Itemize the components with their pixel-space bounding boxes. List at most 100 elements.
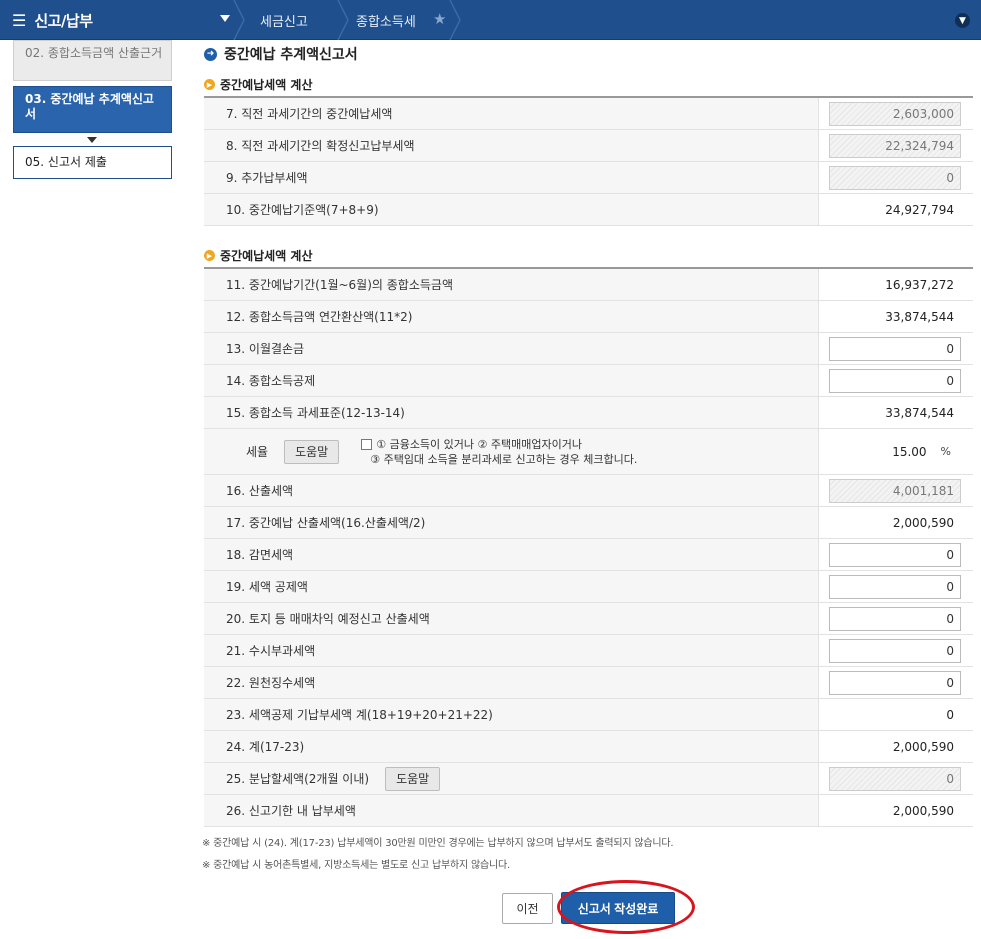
row-value-cell <box>818 763 973 794</box>
tax-rate-help-button[interactable]: 도움말 <box>284 439 340 464</box>
row-value-cell <box>818 475 973 506</box>
row-value: 24,927,794 <box>818 194 973 225</box>
table-row: 11. 중간예납기간(1월~6월)의 종합소득금액 16,937,272 <box>204 269 973 301</box>
table-row: 24. 계(17-23) 2,000,590 <box>204 731 973 763</box>
row-label: 8. 직전 과세기간의 확정신고납부세액 <box>204 130 818 161</box>
occasional-tax-input[interactable] <box>829 638 961 663</box>
arrow-circle-icon: ➜ <box>204 47 217 61</box>
sidebar-item-income-basis[interactable]: 02. 종합소득금액 산출근거 <box>13 40 172 81</box>
row-label: 17. 중간예납 산출세액(16.산출세액/2) <box>204 507 818 538</box>
separate-tax-checkbox[interactable] <box>361 438 373 450</box>
complete-return-button[interactable]: 신고서 작성완료 <box>561 892 675 924</box>
sidebar-item-submit[interactable]: 05. 신고서 제출 <box>13 146 172 179</box>
breadcrumb-income-tax[interactable]: 종합소득세 <box>356 0 416 40</box>
row-value-cell <box>818 130 973 161</box>
separate-tax-check-group: ① 금융소득이 있거나 ② 주택매매업자이거나 ③ 주택임대 소득을 분리과세로… <box>361 437 637 467</box>
note-text-2: ※ 중간예납 시 농어촌특별세, 지방소득세는 별도로 신고 납부하지 않습니다… <box>202 860 510 871</box>
table-row: 13. 이월결손금 <box>204 333 973 365</box>
page-title-text: 중간예납 추계액신고서 <box>224 47 358 63</box>
row-label: 16. 산출세액 <box>204 475 818 506</box>
row-label: 26. 신고기한 내 납부세액 <box>204 795 818 826</box>
row-label: 25. 분납할세액(2개월 이내) <box>226 772 370 786</box>
table-row: 15. 종합소득 과세표준(12-13-14) 33,874,544 <box>204 397 973 429</box>
calc-table-2: 11. 중간예납기간(1월~6월)의 종합소득금액 16,937,272 12.… <box>204 267 973 827</box>
table-row: 25. 분납할세액(2개월 이내) 도움말 <box>204 763 973 795</box>
row-label: 10. 중간예납기준액(7+8+9) <box>204 194 818 225</box>
row-value: 33,874,544 <box>818 301 973 332</box>
table-row: 7. 직전 과세기간의 중간예납세액 <box>204 98 973 130</box>
income-deduction-input[interactable] <box>829 368 961 393</box>
land-gain-tax-input[interactable] <box>829 606 961 631</box>
breadcrumb-separator-icon <box>337 0 349 40</box>
hamburger-icon[interactable]: ☰ <box>12 11 26 30</box>
carried-loss-input[interactable] <box>829 336 961 361</box>
table-row: 12. 종합소득금액 연간환산액(11*2) 33,874,544 <box>204 301 973 333</box>
chevron-down-icon[interactable]: ▼ <box>955 13 970 28</box>
table-row: 17. 중간예납 산출세액(16.산출세액/2) 2,000,590 <box>204 507 973 539</box>
row-label: 12. 종합소득금액 연간환산액(11*2) <box>204 301 818 332</box>
breadcrumb-separator-icon <box>449 0 461 40</box>
withholding-tax-input[interactable] <box>829 670 961 695</box>
star-icon[interactable]: ★ <box>433 10 446 28</box>
row-label: 23. 세액공제 기납부세액 계(18+19+20+21+22) <box>204 699 818 730</box>
row-value: 2,000,590 <box>818 795 973 826</box>
row-value: 16,937,272 <box>818 269 973 300</box>
row-value-cell <box>818 635 973 666</box>
percent-unit: % <box>940 445 951 458</box>
previous-button[interactable]: 이전 <box>502 893 553 924</box>
row-value-cell <box>818 98 973 129</box>
installment-help-button[interactable]: 도움말 <box>385 766 441 791</box>
tax-rate-value: 15.00 <box>892 444 927 459</box>
row-label-cell: 25. 분납할세액(2개월 이내) 도움말 <box>204 763 818 794</box>
row-value: 2,000,590 <box>818 731 973 762</box>
section-title-text: 중간예납세액 계산 <box>220 78 313 92</box>
table-row: 16. 산출세액 <box>204 475 973 507</box>
row-label: 14. 종합소득공제 <box>204 365 818 396</box>
sidebar-item-interim-return[interactable]: 03. 중간예납 추계액신고서 <box>13 86 172 133</box>
tax-rate-value-cell: 15.00 % <box>818 429 973 474</box>
tax-credit-input[interactable] <box>829 574 961 599</box>
bullet-icon: ▶ <box>204 250 215 261</box>
row-value-cell <box>818 603 973 634</box>
check-text-2: ③ 주택임대 소득을 분리과세로 신고하는 경우 체크합니다. <box>370 452 638 466</box>
table-row: 23. 세액공제 기납부세액 계(18+19+20+21+22) 0 <box>204 699 973 731</box>
row-value-cell <box>818 365 973 396</box>
row-label: 20. 토지 등 매매차익 예정신고 산출세액 <box>204 603 818 634</box>
menu-title: 신고/납부 <box>34 11 93 30</box>
row-label: 9. 추가납부세액 <box>204 162 818 193</box>
row-label: 24. 계(17-23) <box>204 731 818 762</box>
row-label: 18. 감면세액 <box>204 539 818 570</box>
row-label: 11. 중간예납기간(1월~6월)의 종합소득금액 <box>204 269 818 300</box>
section-title-2: ▶ 중간예납세액 계산 <box>204 247 313 264</box>
row-value-cell <box>818 667 973 698</box>
tax-rate-label-cell: 세율 도움말 ① 금융소득이 있거나 ② 주택매매업자이거나 ③ 주택임대 소득… <box>204 429 818 474</box>
table-row: 26. 신고기한 내 납부세액 2,000,590 <box>204 795 973 827</box>
table-row: 10. 중간예납기준액(7+8+9) 24,927,794 <box>204 194 973 226</box>
check-text-1: ① 금융소득이 있거나 ② 주택매매업자이거나 <box>376 437 582 451</box>
check-line-1: ① 금융소득이 있거나 ② 주택매매업자이거나 <box>361 437 637 452</box>
tax-rate-label: 세율 <box>246 445 269 459</box>
tax-reduction-input[interactable] <box>829 542 961 567</box>
row-label: 22. 원천징수세액 <box>204 667 818 698</box>
menu-dropdown-icon[interactable] <box>220 15 230 22</box>
main-menu-toggle[interactable]: ☰ 신고/납부 <box>0 0 230 40</box>
prev-interim-tax-field <box>829 101 961 126</box>
additional-tax-field <box>829 165 961 190</box>
table-row: 14. 종합소득공제 <box>204 365 973 397</box>
table-row: 8. 직전 과세기간의 확정신고납부세액 <box>204 130 973 162</box>
top-nav-bar: ☰ 신고/납부 세금신고 종합소득세 ★ ▼ <box>0 0 981 40</box>
prev-final-tax-field <box>829 133 961 158</box>
table-row: 9. 추가납부세액 <box>204 162 973 194</box>
bullet-icon: ▶ <box>204 79 215 90</box>
table-row: 20. 토지 등 매매차익 예정신고 산출세액 <box>204 603 973 635</box>
row-label: 19. 세액 공제액 <box>204 571 818 602</box>
table-row: 18. 감면세액 <box>204 539 973 571</box>
row-value-cell <box>818 333 973 364</box>
breadcrumb-separator-icon <box>233 0 245 40</box>
section-title-1: ▶ 중간예납세액 계산 <box>204 76 313 93</box>
table-row: 21. 수시부과세액 <box>204 635 973 667</box>
step-arrow-icon <box>87 137 97 143</box>
computed-tax-field <box>829 478 961 503</box>
breadcrumb-tax-report[interactable]: 세금신고 <box>260 0 308 40</box>
table-row: 19. 세액 공제액 <box>204 571 973 603</box>
